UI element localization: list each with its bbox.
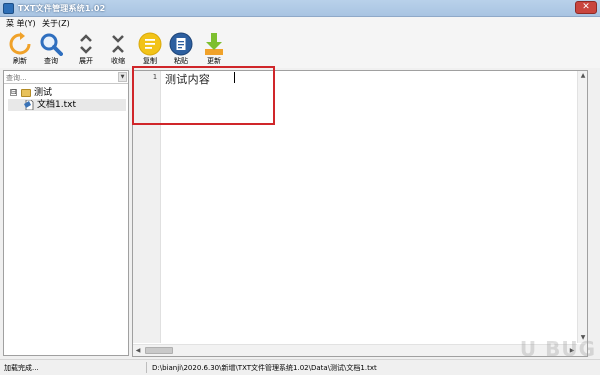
chevron-collapse-icon xyxy=(112,35,124,53)
paste-label: 粘贴 xyxy=(174,57,188,65)
app-logo-icon xyxy=(3,3,14,14)
status-file-path: D:\bianji\2020.6.30\新增\TXT文件管理系统1.02\Dat… xyxy=(152,364,377,372)
watermark: U BUG xyxy=(519,337,596,361)
expand-label: 展开 xyxy=(79,57,93,65)
annotation-highlight-box xyxy=(132,66,275,125)
vertical-scrollbar[interactable]: ▲ ▼ xyxy=(577,71,587,343)
status-message: 加载完成... xyxy=(4,364,39,372)
copy-icon xyxy=(138,32,162,56)
status-bar: 加载完成... D:\bianji\2020.6.30\新增\TXT文件管理系统… xyxy=(0,359,600,375)
copy-label: 复制 xyxy=(143,57,157,65)
tree-node-folder[interactable]: ⊟ 测试 xyxy=(8,87,126,99)
collapse-label: 收缩 xyxy=(111,57,125,65)
menu-main[interactable]: 菜 单(Y) xyxy=(6,18,36,29)
search-input[interactable] xyxy=(6,72,116,83)
paste-button[interactable]: 粘贴 xyxy=(167,32,195,68)
toolbar: 刷新 查询 展开 收缩 复制 粘贴 更新 xyxy=(0,30,600,68)
status-divider xyxy=(146,362,147,373)
window-title: TXT文件管理系统1.02 xyxy=(18,4,106,13)
search-icon xyxy=(40,33,63,56)
close-button[interactable]: ✕ xyxy=(575,1,597,14)
query-button[interactable]: 查询 xyxy=(37,32,65,68)
update-button[interactable]: 更新 xyxy=(200,32,228,68)
menu-bar: 菜 单(Y) 关于(Z) xyxy=(0,17,600,30)
paste-icon xyxy=(169,32,193,56)
file-label: 文档1.txt xyxy=(37,100,76,110)
file-tree-panel: ▼ ⊟ 测试 文档1.txt xyxy=(3,70,129,356)
expand-button[interactable]: 展开 xyxy=(72,32,100,68)
collapse-toggle-icon[interactable]: ⊟ xyxy=(10,89,17,96)
menu-about[interactable]: 关于(Z) xyxy=(42,18,70,29)
horizontal-scroll-thumb[interactable] xyxy=(145,347,173,354)
chevron-up-down-icon xyxy=(80,34,92,54)
search-box: ▼ xyxy=(4,71,128,84)
download-arrow-icon xyxy=(205,33,223,55)
copy-button[interactable]: 复制 xyxy=(136,32,164,68)
query-label: 查询 xyxy=(44,57,58,65)
horizontal-scrollbar[interactable]: ◀ ▶ xyxy=(133,344,577,356)
search-dropdown-button[interactable]: ▼ xyxy=(118,72,127,82)
collapse-button[interactable]: 收缩 xyxy=(104,32,132,68)
refresh-icon xyxy=(9,32,31,55)
scroll-up-icon[interactable]: ▲ xyxy=(578,71,588,81)
app-window: TXT文件管理系统1.02 ✕ 菜 单(Y) 关于(Z) 刷新 查询 展开 收缩… xyxy=(0,0,600,375)
tree-node-file[interactable]: 文档1.txt xyxy=(8,99,126,111)
update-label: 更新 xyxy=(207,57,221,65)
refresh-label: 刷新 xyxy=(13,57,27,65)
text-file-icon xyxy=(24,100,34,110)
scroll-left-icon[interactable]: ◀ xyxy=(133,345,143,357)
refresh-button[interactable]: 刷新 xyxy=(6,32,34,68)
folder-label: 测试 xyxy=(34,88,53,98)
folder-icon xyxy=(21,89,31,97)
title-bar: TXT文件管理系统1.02 ✕ xyxy=(0,0,600,17)
